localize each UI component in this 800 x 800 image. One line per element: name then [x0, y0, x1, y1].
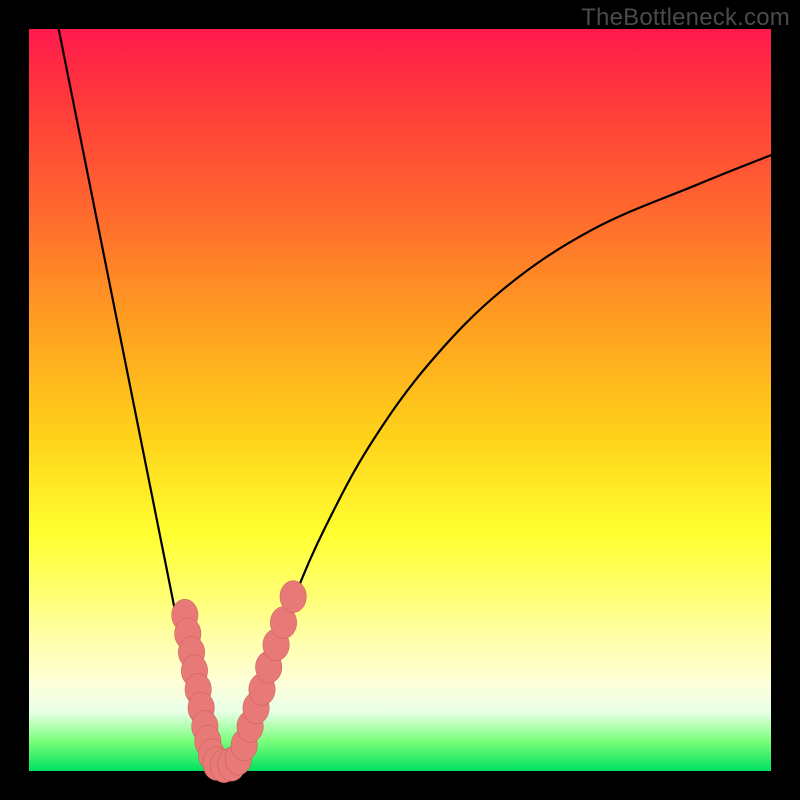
curve-layer — [59, 29, 771, 767]
data-point — [280, 581, 306, 613]
chart-frame: TheBottleneck.com — [0, 0, 800, 800]
plot-area — [29, 29, 771, 771]
watermark-text: TheBottleneck.com — [581, 4, 790, 32]
marker-layer — [172, 581, 307, 783]
curve-right — [237, 155, 771, 763]
chart-svg — [29, 29, 771, 771]
